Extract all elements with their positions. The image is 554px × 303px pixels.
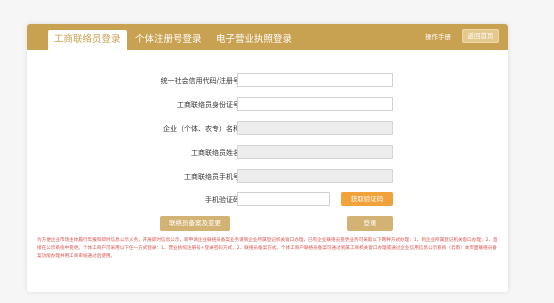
company-name-label: 企业（个体、农专）名称： xyxy=(163,125,247,133)
credit-code-label: 统一社会信用代码/注册号： xyxy=(160,77,247,85)
liaison-id-input[interactable] xyxy=(237,97,393,111)
notice-text: 为方便企业市场主体履行年报和即时信息公示义务，开展即时信息公示，新申请企业联络员… xyxy=(37,238,498,259)
login-button[interactable]: 登录 xyxy=(347,216,393,231)
login-card: 工商联络员登录 个体注册号登录 电子营业执照登录 操作手册 返回首页 统一社会信… xyxy=(27,24,508,292)
sms-code-input[interactable] xyxy=(237,192,330,206)
credit-code-input[interactable] xyxy=(237,73,393,87)
back-home-button[interactable]: 返回首页 xyxy=(462,29,499,43)
tab-electronic-license-login[interactable]: 电子营业执照登录 xyxy=(216,30,292,50)
tab-registration-number-login[interactable]: 个体注册号登录 xyxy=(135,30,202,50)
liaison-phone-field xyxy=(237,169,393,183)
login-tab-bar: 工商联络员登录 个体注册号登录 电子营业执照登录 操作手册 返回首页 xyxy=(27,24,508,50)
tab-liaison-login[interactable]: 工商联络员登录 xyxy=(48,30,127,50)
get-sms-code-button[interactable]: 获取验证码 xyxy=(341,192,393,206)
company-name-field xyxy=(237,121,393,135)
liaison-register-change-button[interactable]: 联络员备案及变更 xyxy=(160,216,230,231)
operation-manual-link[interactable]: 操作手册 xyxy=(425,32,451,42)
liaison-name-field xyxy=(237,145,393,159)
